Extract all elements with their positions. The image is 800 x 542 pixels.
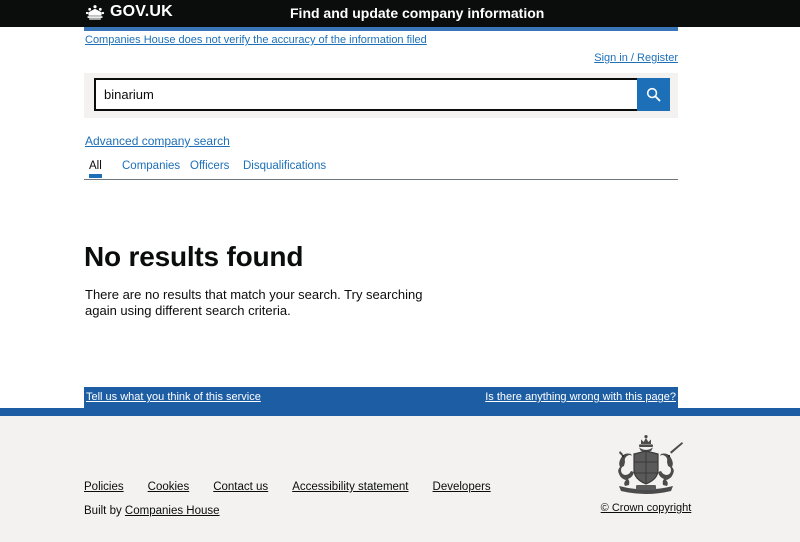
search-icon	[645, 86, 662, 103]
service-name: Find and update company information	[290, 5, 545, 21]
tabs-divider	[84, 179, 678, 180]
feedback-banner: Tell us what you think of this service I…	[84, 387, 678, 408]
search-container	[84, 73, 678, 118]
crown-icon	[84, 4, 106, 21]
tab-officers[interactable]: Officers	[190, 159, 229, 178]
search-button[interactable]	[637, 78, 670, 111]
banner-underline	[0, 408, 800, 416]
advanced-company-search-link[interactable]: Advanced company search	[85, 134, 230, 148]
royal-coat-of-arms-icon	[600, 434, 692, 496]
govuk-logo-text: GOV.UK	[110, 3, 173, 20]
tab-companies[interactable]: Companies	[122, 159, 180, 178]
built-by-text: Built by Companies House	[84, 505, 220, 517]
page-title: No results found	[84, 240, 304, 272]
footer-link-cookies[interactable]: Cookies	[148, 481, 190, 493]
disclaimer-link[interactable]: Companies House does not verify the accu…	[85, 34, 427, 46]
no-results-message: There are no results that match your sea…	[85, 287, 423, 318]
search-input[interactable]	[94, 78, 637, 111]
footer-link-accessibility-statement[interactable]: Accessibility statement	[292, 481, 408, 493]
report-problem-link[interactable]: Is there anything wrong with this page?	[485, 391, 676, 403]
govuk-logo-link[interactable]: GOV.UK	[84, 3, 173, 21]
tab-disqualifications[interactable]: Disqualifications	[243, 159, 326, 178]
page-footer: Policies Cookies Contact us Accessibilit…	[0, 416, 800, 542]
companies-house-link[interactable]: Companies House	[125, 505, 220, 517]
footer-link-contact-us[interactable]: Contact us	[213, 481, 268, 493]
footer-link-policies[interactable]: Policies	[84, 481, 124, 493]
crown-copyright-link[interactable]: © Crown copyright	[601, 502, 692, 514]
sign-in-register-link[interactable]: Sign in / Register	[594, 52, 678, 64]
built-by-prefix: Built by	[84, 505, 125, 517]
footer-link-list: Policies Cookies Contact us Accessibilit…	[84, 481, 491, 493]
feedback-tell-us-link[interactable]: Tell us what you think of this service	[86, 391, 261, 403]
footer-link-developers[interactable]: Developers	[433, 481, 491, 493]
search-result-tabs: All Companies Officers Disqualifications	[84, 159, 678, 181]
govuk-header: GOV.UK Find and update company informati…	[0, 0, 800, 27]
search-form	[94, 78, 670, 111]
tab-all[interactable]: All	[89, 159, 102, 178]
crown-copyright-block: © Crown copyright	[600, 434, 692, 514]
